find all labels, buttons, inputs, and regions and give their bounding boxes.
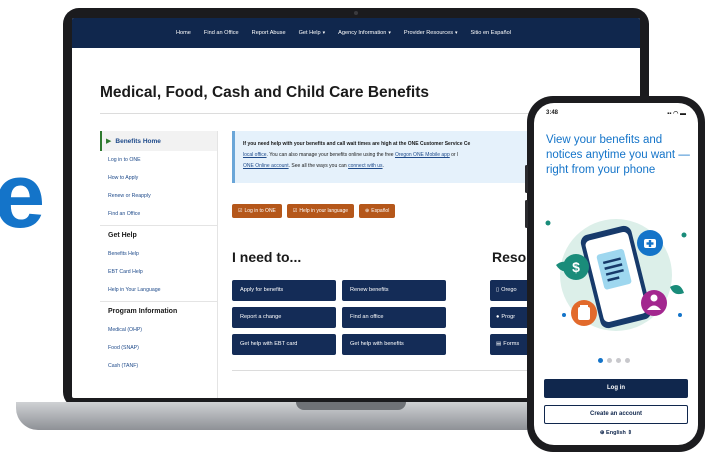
nav-spanish-site[interactable]: Sitio en Español (471, 30, 511, 36)
decor-dot-icon (545, 220, 551, 226)
sidebar-item-benefits-help[interactable]: Benefits Help (100, 245, 217, 263)
laptop-camera (354, 11, 358, 15)
sidebar-item-ebt-help[interactable]: EBT Card Help (100, 263, 217, 281)
chevron-down-icon: ▾ (455, 30, 458, 36)
status-time: 3:48 (546, 110, 559, 116)
login-one-button[interactable]: ☑ Log in to ONE (232, 204, 282, 218)
sidebar-item-how-to-apply[interactable]: How to Apply (100, 169, 217, 187)
nav-get-help[interactable]: Get Help ▾ (299, 30, 326, 36)
phone-side-button (525, 200, 528, 228)
sidebar-item-renew[interactable]: Renew or Reapply (100, 187, 217, 205)
laptop-notch (296, 402, 406, 410)
medical-icon (637, 230, 663, 256)
apply-for-benefits-button[interactable]: Apply for benefits (232, 280, 336, 301)
marketing-hero: e Home Find an Office Report Abuse Get H… (0, 0, 711, 458)
sidebar-item-find-office[interactable]: Find an Office (100, 205, 217, 223)
sidebar-item-medical[interactable]: Medical (OHP) (100, 321, 217, 339)
nav-home[interactable]: Home (176, 30, 191, 36)
resources-list: ▯ Orego ● Progr ▤ Forms (490, 280, 530, 355)
find-office-button[interactable]: Find an office (342, 307, 446, 328)
section-heading-i-need-to: I need to... (232, 249, 302, 265)
nav-agency-information[interactable]: Agency Information ▾ (338, 30, 391, 36)
chevron-down-icon: ▾ (388, 30, 391, 36)
info-icon: ● (496, 314, 500, 320)
connect-with-us-link[interactable]: connect with us (348, 163, 382, 169)
sidebar-item-benefits-home[interactable]: ▶ Benefits Home (100, 131, 217, 151)
sidebar: ▶ Benefits Home Log in to ONE How to App… (100, 131, 218, 398)
carousel-dot[interactable] (607, 358, 612, 363)
language-selector[interactable]: ⊕ English ⇕ (534, 430, 698, 436)
sidebar-item-login[interactable]: Log in to ONE (100, 151, 217, 169)
external-link-icon: ☑ (292, 208, 298, 214)
sidebar-item-label: Benefits Home (115, 137, 161, 145)
signal-wifi-battery-icon: ▪▪ ◠ ▬ (667, 111, 686, 117)
carousel-dot[interactable] (625, 358, 630, 363)
online-account-link[interactable]: ONE Online account (243, 163, 289, 169)
phone-side-button (525, 165, 528, 193)
decor-dot-icon (562, 313, 566, 317)
sidebar-item-language-help[interactable]: Help in Your Language (100, 281, 217, 299)
decor-dot-icon (678, 313, 682, 317)
svg-text:$: $ (572, 259, 580, 275)
resource-programs-button[interactable]: ● Progr (490, 307, 530, 328)
nav-find-office[interactable]: Find an Office (204, 30, 239, 36)
decor-dot-icon (681, 232, 687, 238)
phone-benefits-illustration: $ (545, 219, 687, 331)
child-icon (641, 290, 667, 316)
sidebar-heading-get-help: Get Help (100, 225, 217, 245)
caret-right-icon: ▶ (106, 138, 112, 145)
decor-leaf-icon (670, 285, 684, 295)
phone-icon: ▯ (496, 287, 500, 293)
benefits-help-button[interactable]: Get help with benefits (342, 334, 446, 355)
external-link-icon: ☑ (238, 208, 243, 214)
espanol-button[interactable]: ⊕ Español (359, 204, 396, 218)
action-grid: Apply for benefits Renew benefits Report… (232, 280, 448, 355)
food-icon (571, 300, 597, 326)
nav-provider-resources[interactable]: Provider Resources ▾ (404, 30, 458, 36)
alert-bold-text: If you need help with your benefits and … (243, 141, 471, 147)
brand-letter-fragment: e (0, 145, 46, 247)
carousel-dot[interactable] (616, 358, 621, 363)
sidebar-item-food[interactable]: Food (SNAP) (100, 339, 217, 357)
mobile-app-link[interactable]: Oregon ONE Mobile app (395, 152, 450, 158)
login-button[interactable]: Log in (544, 379, 688, 398)
local-office-link[interactable]: local office (243, 152, 267, 158)
status-bar: 3:48 ▪▪ ◠ ▬ (546, 110, 686, 117)
quick-links: ☑ Log in to ONE ☑ Help in your language ⊕ E… (232, 204, 396, 218)
document-icon: ▤ (496, 341, 502, 347)
phone-headline: View your benefits and notices anytime y… (546, 134, 690, 176)
section-heading-resources: Reso (492, 249, 527, 265)
top-navigation: Home Find an Office Report Abuse Get Hel… (72, 18, 640, 48)
sidebar-heading-program-information: Program Information (100, 301, 217, 321)
sidebar-item-cash[interactable]: Cash (TANF) (100, 357, 217, 375)
page-title: Medical, Food, Cash and Child Care Benef… (100, 84, 429, 101)
nav-report-abuse[interactable]: Report Abuse (252, 30, 286, 36)
resource-oregon-button[interactable]: ▯ Orego (490, 280, 530, 301)
report-change-button[interactable]: Report a change (232, 307, 336, 328)
globe-icon: ⊕ (365, 208, 370, 214)
dollar-icon: $ (563, 254, 589, 280)
phone-screen: 3:48 ▪▪ ◠ ▬ View your benefits and notic… (534, 103, 698, 445)
carousel-dot[interactable] (598, 358, 603, 363)
carousel-indicator (598, 358, 630, 363)
renew-benefits-button[interactable]: Renew benefits (342, 280, 446, 301)
resource-forms-button[interactable]: ▤ Forms (490, 334, 530, 355)
create-account-button[interactable]: Create an account (544, 405, 688, 424)
chevron-down-icon: ▾ (322, 30, 326, 36)
ebt-card-help-button[interactable]: Get help with EBT card (232, 334, 336, 355)
help-language-button[interactable]: ☑ Help in your language (286, 204, 355, 218)
